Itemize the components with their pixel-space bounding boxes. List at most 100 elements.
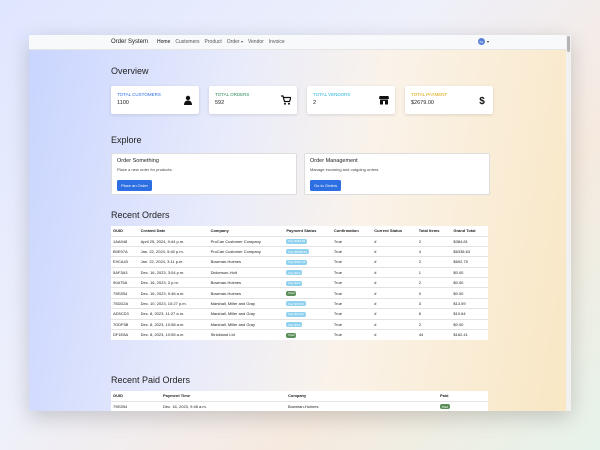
table-header-row: GUID Payment Time Company Paid xyxy=(111,391,488,401)
payment-badge[interactable]: Pay $0.0 xyxy=(286,280,303,286)
paid-guid-link[interactable]: 79E2B4 xyxy=(111,400,161,411)
payment-badge[interactable]: Paid xyxy=(286,290,297,296)
recent-orders-title: Recent Orders xyxy=(111,210,170,220)
company: Marshall, Miller and Gray xyxy=(208,308,285,320)
nav-product[interactable]: Product xyxy=(205,39,222,45)
company: Bowman-Holmes xyxy=(286,400,438,411)
order-guid-link[interactable]: 1AA948 xyxy=(111,235,139,247)
recent-orders-table: GUID Created Date Company Payment Status… xyxy=(111,226,488,340)
payment-status-cell: Pay $10.64 xyxy=(284,308,332,320)
store-icon xyxy=(379,96,389,105)
table-row: 5AF3A3 Dec. 16, 2023, 3:04 p.m. Dickerson-… xyxy=(111,266,488,278)
payment-status-cell: Paid xyxy=(284,328,332,340)
grand-total: $0.00 xyxy=(451,287,488,299)
company: Bowman-Holmes xyxy=(208,277,285,288)
order-guid-link[interactable]: 75DD2A xyxy=(111,297,139,309)
table-row: 79E2B4 Dec. 16, 2023, 9:46 a.m. Bowman-Hol… xyxy=(111,400,488,411)
created-date: Dec. 8, 2023, 10:55 a.m. xyxy=(138,328,209,340)
col-company: Company xyxy=(288,393,307,399)
created-date: Dec. 16, 2023, 9:46 a.m. xyxy=(138,287,209,299)
stat-label: TOTAL ORDERS xyxy=(215,92,250,97)
created-date: Dec. 16, 2023, 3:04 p.m. xyxy=(138,266,209,278)
table-row: 90A75A Dec. 16, 2023, 3 p.m. Bowman-Holmes… xyxy=(111,277,488,288)
order-guid-link[interactable]: 79E2B4 xyxy=(111,287,139,299)
total-items: 4 xyxy=(416,245,452,257)
scrollbar-thumb[interactable] xyxy=(567,36,570,52)
nav-home[interactable]: Home xyxy=(157,39,170,45)
payment-badge[interactable]: Pay $692.75 xyxy=(286,259,308,265)
payment-badge[interactable]: Pay $10.64 xyxy=(286,311,306,317)
current-status: # xyxy=(372,277,417,288)
confirmation: True xyxy=(331,256,373,268)
order-guid-link[interactable]: E9CA43 xyxy=(111,256,139,268)
grand-total: $0.00 xyxy=(451,318,488,330)
stat-card-payment: TOTAL PAYMENT $2679.00 $ xyxy=(405,86,493,114)
payment-badge[interactable]: Paid xyxy=(286,332,297,338)
overview-title: Overview xyxy=(111,66,149,76)
stat-value: 1100 xyxy=(117,100,129,106)
scrollbar[interactable] xyxy=(566,35,571,411)
total-items: 0 xyxy=(416,287,452,299)
total-items: 2 xyxy=(416,318,452,330)
order-guid-link[interactable]: DF1E8A xyxy=(111,328,139,340)
avatar: Pe xyxy=(478,38,485,45)
grand-total: $10.64 xyxy=(451,308,488,320)
stat-value: $2679.00 xyxy=(411,100,434,106)
cart-icon xyxy=(281,95,291,105)
confirmation: True xyxy=(331,235,373,247)
table-row: B0E97A Jan. 22, 2024, 5:40 p.m. ProCan Cus… xyxy=(111,245,488,257)
stat-label: TOTAL CUSTOMERS xyxy=(117,92,161,97)
grand-total: $384.81 xyxy=(451,235,488,247)
brand[interactable]: Order System xyxy=(111,39,148,45)
user-icon xyxy=(184,95,192,105)
total-items: 2 xyxy=(416,235,452,247)
payment-status-cell: Pay $692.75 xyxy=(284,256,332,268)
order-guid-link[interactable]: 90A75A xyxy=(111,277,139,288)
col-guid: GUID xyxy=(113,393,123,399)
confirmation: True xyxy=(331,328,373,340)
order-guid-link[interactable]: AD5CD3 xyxy=(111,308,139,320)
explore-card-management: Order Management Manage incoming and out… xyxy=(304,153,490,195)
go-to-orders-button[interactable]: Go to Orders xyxy=(310,180,342,191)
total-items: 2 xyxy=(416,277,452,288)
grand-total: $13.59 xyxy=(451,297,488,309)
order-guid-link[interactable]: B0E97A xyxy=(111,245,139,257)
payment-status-cell: Pay $0.0 xyxy=(284,266,332,278)
current-status: # xyxy=(372,245,417,257)
place-order-button[interactable]: Place an Order xyxy=(117,180,152,191)
order-guid-link[interactable]: 5AF3A3 xyxy=(111,266,139,278)
company: Strickland Ltd xyxy=(208,328,285,340)
payment-status-cell: Pay $0.0 xyxy=(284,277,332,288)
current-status: # xyxy=(372,287,417,299)
user-menu[interactable]: Pe ▾ xyxy=(478,38,489,45)
confirmation: True xyxy=(331,308,373,320)
nav-order-dropdown[interactable]: Order ▾ xyxy=(227,39,243,45)
payment-status-cell: Paid xyxy=(284,287,332,299)
payment-badge[interactable]: Pay $13.59 xyxy=(286,301,306,307)
nav-invoice[interactable]: Invoice xyxy=(269,39,285,45)
payment-badge[interactable]: Pay $0.0 xyxy=(286,322,303,328)
company: Marshall, Miller and Gray xyxy=(208,297,285,309)
grand-total: $0.00 xyxy=(451,277,488,288)
payment-status-cell: Pay $13.59 xyxy=(284,297,332,309)
table-row: E9CA43 Jan. 22, 2024, 3:11 p.m. Bowman-Hol… xyxy=(111,256,488,268)
current-status: # xyxy=(372,235,417,247)
chevron-down-icon: ▾ xyxy=(240,39,243,44)
col-total-items: Total Items xyxy=(418,228,440,234)
order-guid-link[interactable]: 7DDF5B xyxy=(111,318,139,330)
nav-vendor[interactable]: Vendor xyxy=(248,39,264,45)
payment-status-cell: Pay $384.81 xyxy=(284,235,332,247)
confirmation: True xyxy=(331,287,373,299)
main-content: Overview TOTAL CUSTOMERS 1100 TOTAL ORDE… xyxy=(29,50,566,411)
payment-badge[interactable]: Pay $6338.63 xyxy=(286,249,309,255)
confirmation: True xyxy=(331,245,373,257)
svg-text:$: $ xyxy=(479,96,485,105)
payment-badge[interactable]: Pay $0.0 xyxy=(286,270,303,276)
payment-badge[interactable]: Pay $384.81 xyxy=(286,238,308,244)
stat-card-customers: TOTAL CUSTOMERS 1100 xyxy=(111,86,199,114)
company: Bowman-Holmes xyxy=(208,287,285,299)
nav-customers[interactable]: Customers xyxy=(175,39,199,45)
grand-total: $0.00 xyxy=(451,266,488,278)
current-status: # xyxy=(372,297,417,309)
company: Bowman-Holmes xyxy=(208,256,285,268)
